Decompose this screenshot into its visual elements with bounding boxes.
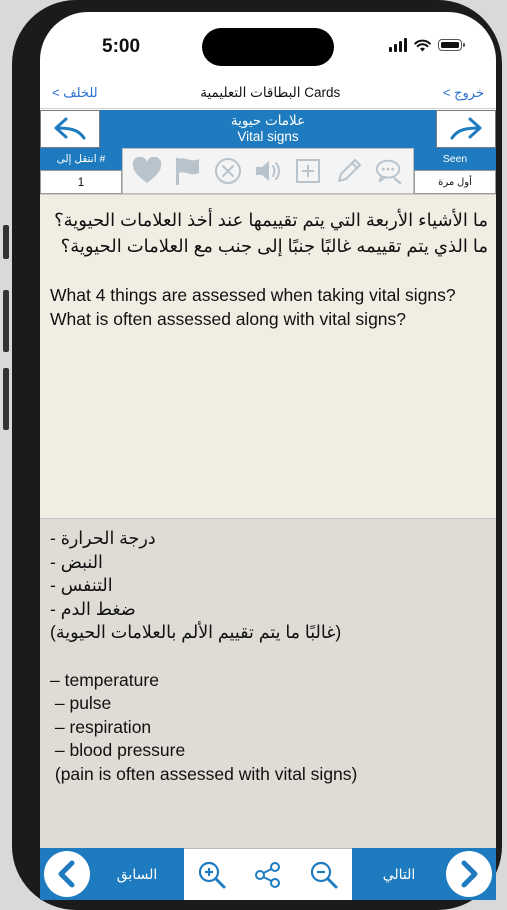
zoom-in-icon[interactable] — [197, 860, 227, 890]
comment-button[interactable] — [374, 156, 404, 186]
answer-arabic: درجة الحرارة - النبض - التنفس - ضغط الدم… — [50, 527, 486, 645]
answer-arabic-line: النبض - — [50, 551, 103, 572]
flag-icon — [176, 158, 200, 185]
wifi-icon — [414, 39, 431, 51]
zoom-out-icon[interactable] — [309, 860, 339, 890]
answer-english-line: – pulse — [50, 693, 112, 713]
answer-arabic-line: التنفس - — [50, 575, 113, 595]
answer-english-line: – temperature — [50, 669, 159, 690]
question-text-english: What 4 things are assessed when taking v… — [50, 285, 456, 329]
edit-button[interactable] — [334, 156, 364, 186]
navigation-bar: < للخلف البطاقات التعليمية Cards < خروج — [40, 78, 496, 109]
battery-icon — [438, 39, 465, 51]
seen-value: أول مرة — [414, 170, 496, 194]
answer-arabic-line: ضغط الدم - — [50, 598, 136, 619]
answer-english-line: – respiration — [50, 716, 152, 737]
phone-volume-button — [3, 290, 9, 352]
deck-title-arabic: علامات حيوية — [230, 113, 306, 128]
answer-english: – temperature – pulse – respiration – bl… — [50, 669, 486, 787]
next-card-arrow-button[interactable] — [436, 110, 496, 148]
status-bar: 5:00 — [40, 12, 496, 74]
goto-input[interactable]: 1 — [40, 170, 122, 194]
card-actions — [122, 148, 414, 194]
bottom-navigation: السابق التالي — [40, 848, 496, 900]
forward-arrow-icon — [450, 117, 482, 140]
app-screen: 5:00 < للخلف البطاقات التعليمية Cards < … — [40, 12, 496, 900]
answer-english-line: – blood pressure — [50, 740, 186, 760]
goto-label: انتقل إلى # — [40, 148, 122, 170]
phone-volume-button — [3, 368, 9, 430]
answer-panel[interactable]: درجة الحرارة - النبض - التنفس - ضغط الدم… — [40, 518, 496, 850]
previous-chevron-button[interactable] — [44, 851, 90, 897]
chevron-right-icon — [461, 860, 478, 888]
deck-title-english: Vital signs — [237, 129, 299, 144]
deck-title-row: علامات حيوية Vital signs — [40, 110, 496, 148]
share-icon[interactable] — [253, 860, 283, 890]
question-text-arabic: ما الأشياء الأربعة التي يتم تقييمها عند … — [54, 210, 488, 256]
goto-card-control: انتقل إلى # 1 — [40, 148, 122, 194]
heart-icon — [132, 157, 162, 183]
dynamic-island — [202, 28, 334, 66]
previous-card-arrow-button[interactable] — [40, 110, 100, 148]
question-panel[interactable]: ما الأشياء الأربعة التي يتم تقييمها عند … — [40, 194, 496, 518]
chevron-left-icon — [58, 860, 75, 888]
speaker-icon — [255, 161, 280, 181]
next-card-button[interactable]: التالي — [352, 848, 496, 900]
exit-link[interactable]: < خروج — [431, 85, 496, 101]
delete-icon — [214, 158, 241, 184]
status-time: 5:00 — [102, 36, 141, 57]
page-title: البطاقات التعليمية Cards — [200, 85, 341, 100]
deck-title: علامات حيوية Vital signs — [100, 110, 436, 148]
edit-icon — [337, 159, 361, 182]
add-card-button[interactable] — [293, 156, 323, 186]
favorite-button[interactable] — [132, 156, 162, 186]
phone-frame: 5:00 < للخلف البطاقات التعليمية Cards < … — [12, 0, 502, 910]
add-card-icon — [296, 159, 321, 183]
previous-label: السابق — [116, 865, 158, 882]
comment-icon — [375, 159, 402, 185]
next-chevron-button[interactable] — [446, 851, 492, 897]
next-label: التالي — [382, 865, 416, 882]
back-link[interactable]: < للخلف — [40, 85, 110, 101]
speak-button[interactable] — [253, 156, 283, 186]
phone-side-button — [3, 225, 9, 259]
flag-button[interactable] — [172, 156, 202, 186]
answer-english-line: (pain is often assessed with vital signs… — [50, 763, 358, 784]
reply-arrow-icon — [54, 117, 86, 140]
delete-button[interactable] — [213, 156, 243, 186]
answer-arabic-line: درجة الحرارة - — [50, 528, 156, 548]
card-toolbar: انتقل إلى # 1 Seen أول مرة — [40, 148, 496, 194]
signal-icon — [389, 38, 407, 52]
seen-status: Seen أول مرة — [414, 148, 496, 194]
status-icons — [389, 38, 465, 52]
previous-card-button[interactable]: السابق — [40, 848, 184, 900]
answer-arabic-line: (غالبًا ما يتم تقييم الألم بالعلامات الح… — [50, 622, 342, 642]
seen-label: Seen — [414, 148, 496, 170]
view-tools — [184, 848, 352, 900]
